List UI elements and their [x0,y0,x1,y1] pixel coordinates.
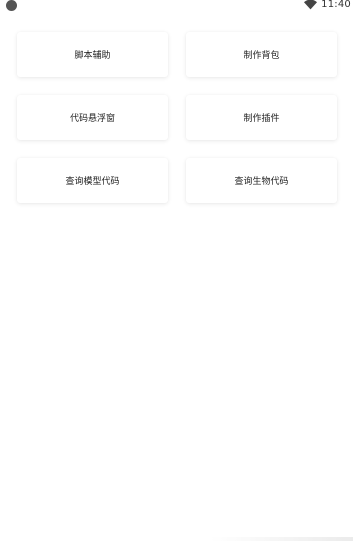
query-creature-code-button[interactable]: 查询生物代码 [186,158,337,203]
camera-dot-icon [6,0,17,11]
status-bar: 11:40 [0,0,353,14]
make-plugin-button[interactable]: 制作插件 [186,95,337,140]
query-model-code-button[interactable]: 查询模型代码 [17,158,168,203]
wifi-icon [304,0,318,10]
make-backpack-button[interactable]: 制作背包 [186,32,337,77]
status-right-group: 11:40 [304,0,351,10]
script-assist-button[interactable]: 脚本辅助 [17,32,168,77]
menu-grid: 脚本辅助 制作背包 代码悬浮窗 制作插件 查询模型代码 查询生物代码 [17,32,337,203]
bottom-edge-shade [210,537,353,541]
code-floating-window-button[interactable]: 代码悬浮窗 [17,95,168,140]
status-time: 11:40 [321,0,351,10]
